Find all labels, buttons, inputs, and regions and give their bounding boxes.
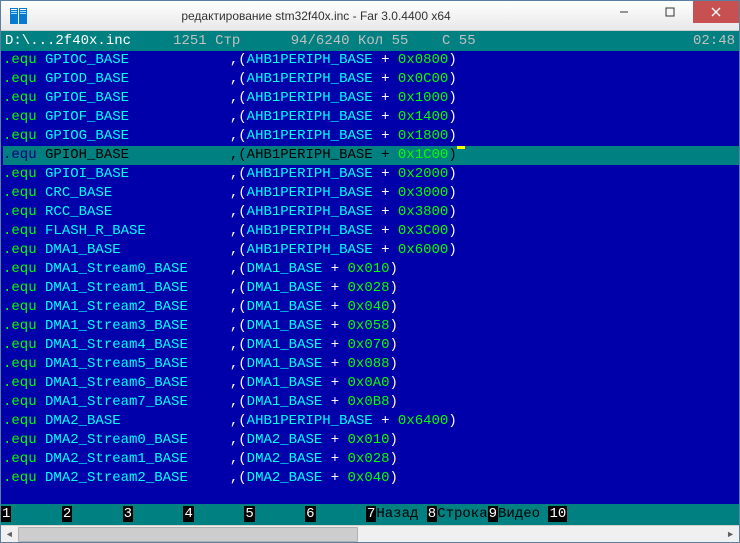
col-label: Кол	[358, 31, 383, 51]
line-label: Стр	[215, 31, 240, 51]
close-button[interactable]	[693, 1, 739, 23]
code-line[interactable]: .equ GPIOD_BASE ,(AHB1PERIPH_BASE + 0x0C…	[3, 70, 739, 89]
code-line[interactable]: .equ DMA1_Stream3_BASE ,(DMA1_BASE + 0x0…	[3, 317, 739, 336]
function-key-bar: 1 2 3 4 5 6 7Назад 8Строка9Видео 10	[1, 504, 739, 525]
line-total: 6240	[316, 31, 350, 51]
clock: 02:48	[693, 31, 735, 51]
code-line[interactable]: .equ DMA1_BASE ,(AHB1PERIPH_BASE + 0x600…	[3, 241, 739, 260]
code-line[interactable]: .equ DMA1_Stream2_BASE ,(DMA1_BASE + 0x0…	[3, 298, 739, 317]
code-line[interactable]: .equ DMA1_Stream0_BASE ,(DMA1_BASE + 0x0…	[3, 260, 739, 279]
fkey-8[interactable]: 8Строка	[427, 504, 488, 525]
titlebar[interactable]: редактирование stm32f40x.inc - Far 3.0.4…	[1, 1, 739, 31]
code-line[interactable]: .equ GPIOH_BASE ,(AHB1PERIPH_BASE + 0x1C…	[3, 146, 739, 165]
fkey-7[interactable]: 7Назад	[366, 504, 427, 525]
code-line[interactable]: .equ DMA1_Stream6_BASE ,(DMA1_BASE + 0x0…	[3, 374, 739, 393]
editor-area[interactable]: .equ GPIOC_BASE ,(AHB1PERIPH_BASE + 0x08…	[1, 51, 739, 504]
code-line[interactable]: .equ GPIOG_BASE ,(AHB1PERIPH_BASE + 0x18…	[3, 127, 739, 146]
code-line[interactable]: .equ DMA1_Stream5_BASE ,(DMA1_BASE + 0x0…	[3, 355, 739, 374]
code-line[interactable]: .equ DMA1_Stream1_BASE ,(DMA1_BASE + 0x0…	[3, 279, 739, 298]
file-path: D:\...2f40x.inc	[5, 31, 131, 51]
text-cursor	[457, 146, 465, 149]
code-line[interactable]: .equ DMA1_Stream4_BASE ,(DMA1_BASE + 0x0…	[3, 336, 739, 355]
fkey-3[interactable]: 3	[123, 504, 184, 525]
scrollbar-thumb[interactable]	[18, 527, 358, 542]
code-line[interactable]: .equ GPIOI_BASE ,(AHB1PERIPH_BASE + 0x20…	[3, 165, 739, 184]
code-line[interactable]: .equ DMA2_Stream1_BASE ,(DMA2_BASE + 0x0…	[3, 450, 739, 469]
code-line[interactable]: .equ CRC_BASE ,(AHB1PERIPH_BASE + 0x3000…	[3, 184, 739, 203]
code-line[interactable]: .equ GPIOE_BASE ,(AHB1PERIPH_BASE + 0x10…	[3, 89, 739, 108]
editor-status-bar: D:\...2f40x.inc 1251 Стр 94 / 6240 Кол 5…	[1, 31, 739, 51]
fkey-10[interactable]: 10	[548, 504, 617, 525]
fkey-2[interactable]: 2	[62, 504, 123, 525]
app-icon	[7, 6, 31, 26]
code-line[interactable]: .equ GPIOF_BASE ,(AHB1PERIPH_BASE + 0x14…	[3, 108, 739, 127]
code-line[interactable]: .equ FLASH_R_BASE ,(AHB1PERIPH_BASE + 0x…	[3, 222, 739, 241]
window-buttons	[601, 1, 739, 30]
fkey-6[interactable]: 6	[305, 504, 366, 525]
horizontal-scrollbar[interactable]: ◄ ►	[1, 525, 739, 542]
code-line[interactable]: .equ GPIOC_BASE ,(AHB1PERIPH_BASE + 0x08…	[3, 51, 739, 70]
char-value: 55	[459, 31, 476, 51]
col-value: 55	[392, 31, 409, 51]
code-line[interactable]: .equ DMA1_Stream7_BASE ,(DMA1_BASE + 0x0…	[3, 393, 739, 412]
scroll-left-icon[interactable]: ◄	[1, 526, 18, 543]
fkey-1[interactable]: 1	[1, 504, 62, 525]
code-line[interactable]: .equ DMA2_Stream2_BASE ,(DMA2_BASE + 0x0…	[3, 469, 739, 488]
code-line[interactable]: .equ DMA2_Stream0_BASE ,(DMA2_BASE + 0x0…	[3, 431, 739, 450]
minimize-button[interactable]	[601, 1, 647, 23]
code-line[interactable]: .equ DMA2_BASE ,(AHB1PERIPH_BASE + 0x640…	[3, 412, 739, 431]
scroll-right-icon[interactable]: ►	[722, 526, 739, 543]
line-current: 94	[291, 31, 308, 51]
maximize-button[interactable]	[647, 1, 693, 23]
fkey-5[interactable]: 5	[244, 504, 305, 525]
window-title: редактирование stm32f40x.inc - Far 3.0.4…	[31, 9, 601, 23]
code-line[interactable]: .equ RCC_BASE ,(AHB1PERIPH_BASE + 0x3800…	[3, 203, 739, 222]
fkey-4[interactable]: 4	[183, 504, 244, 525]
fkey-9[interactable]: 9Видео	[488, 504, 549, 525]
app-window: редактирование stm32f40x.inc - Far 3.0.4…	[0, 0, 740, 543]
char-label: С	[442, 31, 450, 51]
codepage: 1251	[173, 31, 207, 51]
